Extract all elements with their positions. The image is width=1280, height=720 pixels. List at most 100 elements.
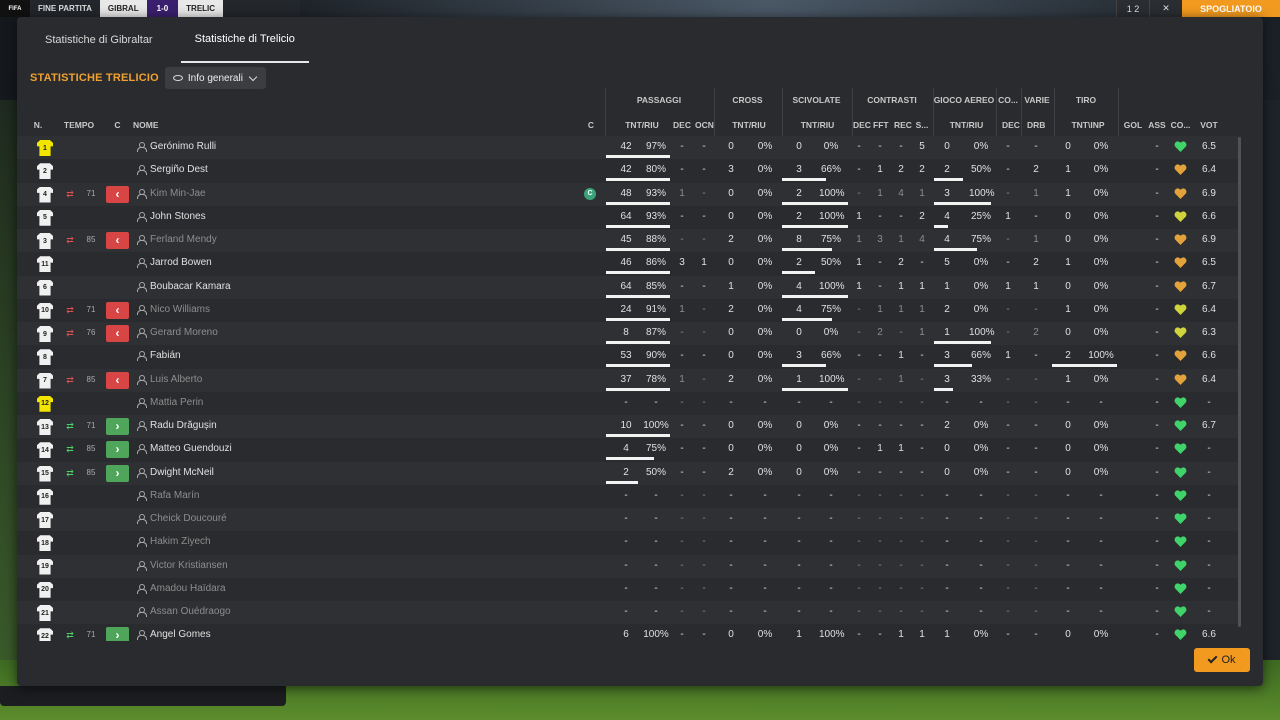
table-row[interactable]: 18 Hakim Ziyech - - - - - - - - - - - - - - - - - - - - — [17, 531, 1241, 554]
table-row[interactable]: 4 ⇄ 71 ‹ Kim Min-Jae C 48 93% 1-0 0% 2 100% -1 4 1 3 100… — [17, 182, 1241, 206]
column-header-ass[interactable]: ASS — [1146, 113, 1168, 138]
dressing-room-button[interactable]: SPOGLIATOIO — [1182, 0, 1280, 17]
table-row[interactable]: 9 ⇄ 76 ‹ Gerard Moreno 8 87% - -0 0% 0 0% -2-1 1 100% -… — [17, 322, 1241, 346]
cell-cr: - — [899, 513, 903, 524]
sub-in-button[interactable]: › — [106, 464, 129, 482]
cell-cs: - — [920, 513, 924, 524]
sub-out-button[interactable]: ‹ — [106, 301, 129, 319]
player-name[interactable]: Cheick Doucouré — [150, 508, 450, 531]
table-row[interactable]: 6 Boubacar Kamara 64 85% - -1 0% 4 100% 1-1 1 1 0% 1 1… — [17, 275, 1241, 299]
column-header-c2[interactable]: C — [584, 113, 598, 138]
table-row[interactable]: 20 Amadou Haïdara - - - - - - - - - - - - - - - - - - - - — [17, 578, 1241, 601]
player-name[interactable]: Dwight McNeil — [150, 462, 450, 485]
column-header-pass_dec[interactable]: DEC — [673, 113, 691, 138]
cell-pt: - — [624, 582, 628, 594]
view-dropdown[interactable]: Info generali — [164, 67, 266, 89]
table-scrollbar[interactable] — [1238, 137, 1241, 627]
column-header-gol[interactable]: GOL — [1122, 113, 1144, 138]
player-name[interactable]: Assan Ouédraogo — [150, 601, 450, 624]
player-name[interactable]: Kim Min-Jae — [150, 183, 450, 206]
sub-out-button[interactable]: ‹ — [106, 185, 129, 203]
table-row[interactable]: 3 ⇄ 85 ‹ Ferland Mendy 45 88% - -2 0% 8 75% 1 3 1 4 4 75%… — [17, 229, 1241, 253]
player-name[interactable]: Fabián — [150, 345, 450, 368]
cell-pp: 50% — [645, 466, 666, 478]
table-row[interactable]: 5 John Stones 64 93% - -0 0% 2 100% 1- -2 4 25% 1-0 0%… — [17, 206, 1241, 229]
player-name[interactable]: Mattia Perin — [150, 392, 450, 415]
column-header-pass_ocn[interactable]: OCN — [695, 113, 714, 138]
table-row[interactable]: 7 ⇄ 85 ‹ Luis Alberto 37 78% 1-2 0% 1 100% - -1-3 33%… — [17, 368, 1241, 392]
cell-cp: 0% — [757, 629, 773, 641]
column-header-pass_tr[interactable]: TNT/RIU — [613, 113, 671, 138]
control-a[interactable]: 1 2 — [1116, 0, 1149, 17]
sub-out-button[interactable]: ‹ — [106, 232, 129, 249]
column-header-cross_tr[interactable]: TNT/RIU — [723, 113, 775, 138]
column-header-c[interactable]: C — [106, 113, 129, 138]
player-name[interactable]: Angel Gomes — [150, 624, 450, 641]
column-header-vot[interactable]: VOT — [1200, 113, 1218, 138]
column-header-tiro_tr[interactable]: TNT\INP — [1061, 113, 1115, 138]
cell-sp: - — [829, 536, 833, 548]
player-name[interactable]: Amadou Haïdara — [150, 578, 450, 601]
table-row[interactable]: 11 Jarrod Bowen 46 86% 3 1 0 0% 2 50% 1-2-5 0% -2 1 0%… — [17, 252, 1241, 275]
sub-out-button[interactable]: ‹ — [106, 325, 129, 342]
sub-out-button[interactable]: ‹ — [106, 371, 129, 389]
table-row[interactable]: 15 ⇄ 85 › Dwight McNeil 2 50% - -2 0% 0 0% - - - -0 0% - -… — [17, 461, 1241, 485]
player-name[interactable]: Victor Kristiansen — [150, 555, 450, 578]
cell-gol — [1122, 415, 1144, 438]
table-row[interactable]: 12 Mattia Perin - - - - - - - - - - - - - - - - - - - - — [17, 392, 1241, 415]
heart-icon — [1174, 164, 1187, 176]
table-row[interactable]: 16 Rafa Marín - - - - - - - - - - - - - - - - - - - - — [17, 485, 1241, 508]
table-row[interactable]: 2 Sergiño Dest 42 80% - -3 0% 3 66% -1 2 2 2 50% -2 1 0%… — [17, 159, 1241, 182]
player-name[interactable]: Sergiño Dest — [150, 159, 450, 182]
cell-ass: - — [1155, 280, 1159, 292]
tab-gibraltar[interactable]: Statistiche di Gibraltar — [31, 17, 167, 63]
table-row[interactable]: 10 ⇄ 71 ‹ Nico Williams 24 91% 1-2 0% 4 75% -1 1 1 2 0%… — [17, 299, 1241, 322]
cell-cs: 1 — [919, 303, 925, 315]
column-header-co_dec[interactable]: DEC — [1002, 113, 1020, 138]
column-header-con_rec[interactable]: REC — [894, 113, 912, 138]
player-name[interactable]: Boubacar Kamara — [150, 276, 450, 299]
cell-cs: - — [920, 257, 924, 269]
column-header-nome[interactable]: NOME — [133, 113, 433, 138]
cell-cf: 1 — [877, 187, 883, 199]
control-b[interactable]: ✕ — [1149, 0, 1182, 17]
column-header-tempo[interactable]: TEMPO — [59, 113, 99, 138]
column-header-co[interactable]: CO... — [1170, 113, 1191, 138]
column-header-tack_tr[interactable]: TNT/RIU — [792, 113, 843, 138]
cell-pp: - — [654, 606, 658, 617]
column-header-air_tr[interactable]: TNT/RIU — [940, 113, 993, 138]
cell-dr: - — [1034, 443, 1038, 455]
column-header-n[interactable]: N. — [27, 113, 49, 138]
player-name[interactable]: Gerónimo Rulli — [150, 136, 450, 159]
player-name[interactable]: Matteo Guendouzi — [150, 438, 450, 461]
column-header-con_fft[interactable]: FFT — [873, 113, 889, 138]
player-name[interactable]: Nico Williams — [150, 299, 450, 322]
table-row[interactable]: 14 ⇄ 85 › Matteo Guendouzi 4 75% - -0 0% 0 0% -1 1-0 0… — [17, 438, 1241, 461]
cell-tt: 0 — [1065, 280, 1071, 292]
column-header-con_dec[interactable]: DEC — [853, 113, 871, 138]
table-row[interactable]: 1 Gerónimo Rulli 42 97% - -0 0% 0 0% - - -5 0 0% - -0 0%… — [17, 136, 1241, 160]
tab-trelicio[interactable]: Statistiche di Trelicio — [180, 17, 309, 63]
sub-in-button[interactable]: › — [106, 418, 129, 435]
ok-button[interactable]: Ok — [1194, 648, 1250, 672]
player-name[interactable]: Radu Drăgușin — [150, 415, 450, 438]
table-row[interactable]: 13 ⇄ 71 › Radu Drăgușin 10 100% - -0 0% 0 0% - - - -2 0%… — [17, 415, 1241, 439]
player-name[interactable]: Rafa Marín — [150, 485, 450, 508]
column-header-con_s[interactable]: S... — [915, 113, 929, 138]
player-name[interactable]: John Stones — [150, 206, 450, 229]
cell-cp: 0% — [757, 327, 773, 338]
player-name[interactable]: Ferland Mendy — [150, 229, 450, 252]
player-name[interactable]: Gerard Moreno — [150, 322, 450, 345]
table-row[interactable]: 19 Victor Kristiansen - - - - - - - - - - - - - - - - - - - - — [17, 554, 1241, 578]
sub-in-button[interactable]: › — [106, 441, 129, 459]
cell-gol — [1122, 252, 1144, 275]
player-name[interactable]: Hakim Ziyech — [150, 531, 450, 554]
sub-in-button[interactable]: › — [106, 627, 129, 641]
table-row[interactable]: 8 Fabián 53 90% - -0 0% 3 66% - -1-3 66% 1-2 100% -6.6 — [17, 345, 1241, 368]
table-row[interactable]: 22 ⇄ 71 › Angel Gomes 6 100% - -0 0% 1 100% - -1 1 1 0% -… — [17, 624, 1241, 641]
table-row[interactable]: 17 Cheick Doucouré - - - - - - - - - - - - - - - - - - - - — [17, 508, 1241, 532]
column-header-var_drb[interactable]: DRB — [1027, 113, 1045, 138]
table-row[interactable]: 21 Assan Ouédraogo - - - - - - - - - - - - - - - - - - - - — [17, 601, 1241, 625]
player-name[interactable]: Jarrod Bowen — [150, 252, 450, 275]
player-name[interactable]: Luis Alberto — [150, 369, 450, 392]
